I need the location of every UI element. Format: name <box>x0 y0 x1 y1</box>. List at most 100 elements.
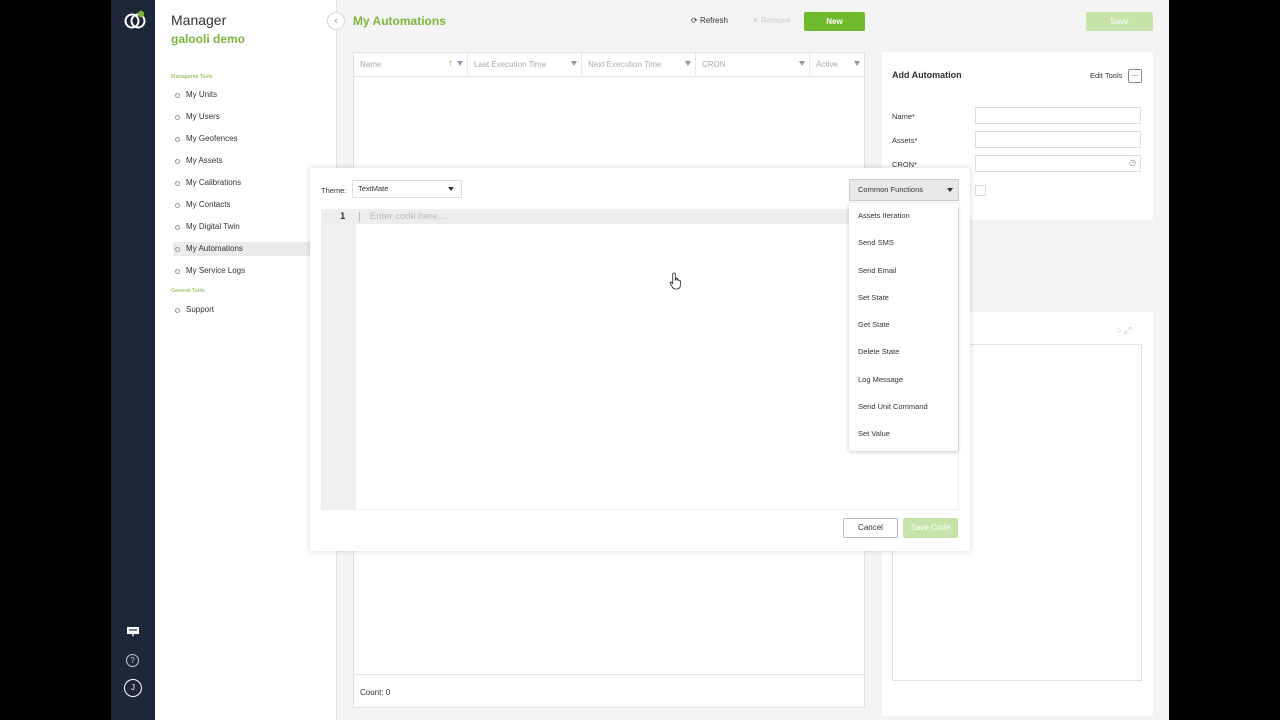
bullet-icon <box>175 224 180 230</box>
bullet-icon <box>175 158 180 164</box>
bullet-icon <box>175 246 180 252</box>
sidebar-item-label: My Calibrations <box>186 178 242 187</box>
active-checkbox[interactable] <box>975 185 986 196</box>
line-number: 1 <box>340 212 346 222</box>
table-header: Name ↑ Last Execution Time Next Executio… <box>354 53 864 77</box>
chat-icon[interactable] <box>126 626 140 638</box>
save-button[interactable]: Save <box>1086 12 1153 31</box>
column-label: CRON <box>702 60 726 69</box>
sidebar-item-label: My Service Logs <box>186 266 246 275</box>
panel-title: Add Automation <box>892 70 962 80</box>
assets-field[interactable] <box>975 131 1141 148</box>
bullet-icon <box>175 202 180 208</box>
app-title: Manager <box>171 12 227 28</box>
cancel-button[interactable]: Cancel <box>843 518 898 538</box>
menu-item-send-email[interactable]: Send Email <box>849 261 958 281</box>
sort-ascending-icon[interactable]: ↑ <box>448 58 453 70</box>
bullet-icon <box>175 307 180 313</box>
new-button[interactable]: New <box>804 12 865 31</box>
bullet-icon <box>175 268 180 274</box>
sidebar-item-label: My Users <box>186 112 220 121</box>
column-header-name[interactable]: Name ↑ <box>354 53 468 77</box>
bullet-icon <box>175 114 180 120</box>
column-header-next-execution[interactable]: Next Execution Time <box>582 53 696 77</box>
close-icon: ✕ <box>752 16 759 25</box>
menu-item-set-state[interactable]: Set State <box>849 288 958 308</box>
sidebar-item-label: My Contacts <box>186 200 231 209</box>
table-footer-divider <box>354 674 864 675</box>
edit-tools-label[interactable]: Edit Tools <box>1090 71 1122 80</box>
filter-icon[interactable] <box>799 61 805 66</box>
column-label: Next Execution Time <box>588 60 662 69</box>
icon-rail: ? J <box>111 0 155 720</box>
menu-item-delete-state[interactable]: Delete State <box>849 342 958 362</box>
save-code-button[interactable]: Save Code <box>903 518 958 538</box>
bullet-icon <box>175 136 180 142</box>
remove-label: Remove <box>760 16 791 25</box>
section-managerial-tools: Managerial Tools <box>171 74 213 80</box>
filter-icon[interactable] <box>854 61 860 66</box>
name-field[interactable] <box>975 107 1141 124</box>
sidebar-item-contacts[interactable]: My Contacts <box>173 198 319 212</box>
theme-label: Theme: <box>321 186 347 195</box>
text-cursor <box>359 212 360 222</box>
filter-icon[interactable] <box>571 61 577 66</box>
refresh-button[interactable]: ⟳ Refresh <box>691 16 728 25</box>
bullet-icon <box>175 92 180 98</box>
sidebar-item-label: My Assets <box>186 156 223 165</box>
remove-button[interactable]: ✕ Remove <box>752 16 791 25</box>
column-label: Last Execution Time <box>474 60 547 69</box>
clock-icon[interactable]: ◷ <box>1129 158 1136 167</box>
panel-tools: ○ ⤢ <box>1116 325 1131 336</box>
sidebar-item-calibrations[interactable]: My Calibrations <box>173 176 319 190</box>
expand-icon[interactable]: ⤢ <box>1124 325 1131 335</box>
collapse-sidebar-button[interactable]: ‹ <box>327 12 345 30</box>
refresh-label: Refresh <box>699 16 728 25</box>
menu-item-send-unit-command[interactable]: Send Unit Command <box>849 397 958 417</box>
column-label: Name <box>360 60 382 69</box>
editor-gutter <box>322 210 356 509</box>
galooli-logo-icon <box>124 10 146 29</box>
menu-item-send-sms[interactable]: Send SMS <box>849 233 958 253</box>
record-count: Count: 0 <box>360 688 391 697</box>
menu-item-set-value[interactable]: Set Value <box>849 424 958 444</box>
sidebar-item-label: My Automations <box>186 244 243 253</box>
refresh-icon[interactable]: ○ <box>1116 325 1121 335</box>
help-icon[interactable]: ? <box>126 654 139 667</box>
filter-icon[interactable] <box>685 61 691 66</box>
sidebar-item-geofences[interactable]: My Geofences <box>173 132 319 146</box>
sidebar-item-users[interactable]: My Users <box>173 110 319 124</box>
hand-pointer-icon <box>669 272 681 290</box>
menu-item-log-message[interactable]: Log Message <box>849 370 958 390</box>
name-label: Name* <box>892 112 915 121</box>
section-general-tools: General Tools <box>171 288 205 294</box>
caret-down-icon <box>947 188 953 192</box>
common-functions-select[interactable]: Common Functions <box>849 179 959 201</box>
common-functions-label: Common Functions <box>858 185 924 194</box>
sidebar-item-units[interactable]: My Units <box>173 88 319 102</box>
page-title: My Automations <box>353 14 446 28</box>
sidebar-item-service-logs[interactable]: My Service Logs <box>173 264 319 278</box>
filter-icon[interactable] <box>457 61 463 66</box>
app-window: ? J Manager galooli demo Managerial Tool… <box>111 0 1169 720</box>
menu-item-get-state[interactable]: Get State <box>849 315 958 335</box>
column-header-active[interactable]: Active <box>810 53 864 77</box>
sidebar-item-label: My Geofences <box>186 134 238 143</box>
menu-item-assets-iteration[interactable]: Assets Iteration <box>849 206 958 226</box>
sidebar-item-digital-twin[interactable]: My Digital Twin <box>173 220 319 234</box>
theme-value: TextMate <box>358 184 389 193</box>
sidebar-item-label: Support <box>186 305 215 314</box>
sidebar-item-automations[interactable]: My Automations <box>173 242 319 256</box>
column-header-last-execution[interactable]: Last Execution Time <box>468 53 582 77</box>
org-name: galooli demo <box>171 32 246 46</box>
column-header-cron[interactable]: CRON <box>696 53 810 77</box>
sidebar-item-label: My Units <box>186 90 218 99</box>
sidebar-item-assets[interactable]: My Assets <box>173 154 319 168</box>
user-avatar[interactable]: J <box>124 679 142 697</box>
sidebar-item-label: My Digital Twin <box>186 222 240 231</box>
sidebar-item-support[interactable]: Support <box>173 303 319 317</box>
theme-select[interactable]: TextMate <box>352 180 462 198</box>
code-placeholder: Enter code here... <box>370 211 446 222</box>
cron-field[interactable]: ◷ <box>975 155 1141 172</box>
more-options-icon[interactable]: ... <box>1128 69 1142 83</box>
